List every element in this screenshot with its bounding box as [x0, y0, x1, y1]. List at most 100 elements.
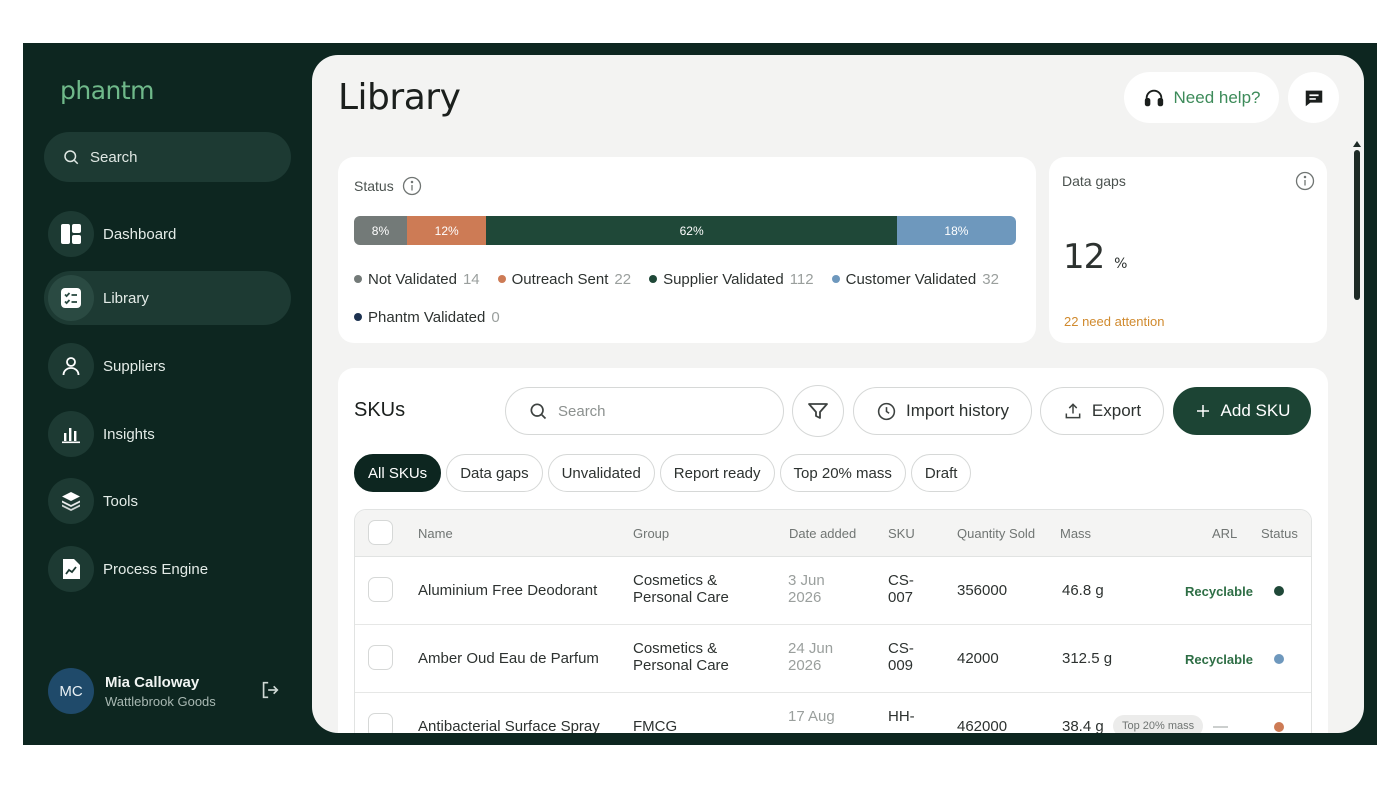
column-status[interactable]: Status: [1261, 526, 1298, 541]
column-quantity-sold[interactable]: Quantity Sold: [957, 526, 1035, 541]
status-segment-outreach-sent[interactable]: 12%: [406, 216, 487, 245]
chip-draft[interactable]: Draft: [910, 454, 972, 492]
column-sku[interactable]: SKU: [888, 526, 915, 541]
chip-top-20-mass[interactable]: Top 20% mass: [779, 454, 906, 492]
top-mass-tag: Top 20% mass: [1113, 715, 1204, 733]
status-segment-customer-validated[interactable]: 18%: [896, 216, 1016, 245]
chat-button[interactable]: [1288, 72, 1339, 123]
select-all-checkbox[interactable]: [368, 520, 393, 545]
row-date: 3 Jun 2026: [788, 572, 825, 606]
status-legend: Not Validated 14 Outreach Sent 22 Supplier…: [354, 269, 1024, 327]
row-date-line: 2026: [788, 589, 822, 606]
sidebar-item-insights[interactable]: Insights: [44, 407, 291, 461]
row-checkbox[interactable]: [368, 713, 393, 733]
add-sku-button[interactable]: Add SKU: [1173, 387, 1311, 435]
column-arl[interactable]: ARL: [1212, 526, 1237, 541]
chip-data-gaps[interactable]: Data gaps: [446, 454, 543, 492]
chip-all-skus[interactable]: All SKUs: [354, 454, 442, 492]
row-checkbox[interactable]: [368, 645, 393, 670]
legend-label: Not Validated: [368, 270, 457, 288]
sidebar-item-suppliers[interactable]: Suppliers: [44, 339, 291, 393]
user-org: Wattlebrook Goods: [105, 693, 216, 709]
sidebar-item-tools[interactable]: Tools: [44, 474, 291, 528]
user-icon: [48, 343, 94, 389]
row-date-line: 3 Jun: [788, 572, 825, 589]
table-row[interactable]: Amber Oud Eau de Parfum Cosmetics & Perso…: [355, 625, 1311, 693]
data-gaps-number: 12: [1063, 237, 1105, 277]
need-help-button[interactable]: Need help?: [1124, 72, 1279, 123]
chip-report-ready[interactable]: Report ready: [659, 454, 775, 492]
status-card: Status 8% 12% 62% 18% Not Validated 14 Ou…: [338, 157, 1036, 343]
plus-icon: [1196, 405, 1209, 417]
row-group-line: Personal Care: [633, 657, 729, 674]
column-group[interactable]: Group: [633, 526, 669, 541]
row-date-line: 24 Jun: [788, 640, 834, 657]
export-button[interactable]: Export: [1040, 387, 1164, 435]
skus-card: SKUs Search Import history Export Add SK…: [338, 368, 1328, 733]
user-profile[interactable]: MC Mia Calloway Wattlebrook Goods: [48, 667, 288, 715]
filter-button[interactable]: [792, 385, 844, 437]
row-group-line: Cosmetics &: [633, 572, 718, 589]
info-icon[interactable]: [1295, 171, 1315, 191]
user-name: Mia Calloway: [105, 673, 200, 691]
row-mass: 312.5 g: [1062, 650, 1113, 667]
legend-count: 0: [491, 308, 500, 326]
info-icon[interactable]: [402, 176, 422, 196]
sidebar-item-process-engine[interactable]: Process Engine: [44, 542, 291, 596]
status-segment-supplier-validated[interactable]: 62%: [486, 216, 897, 245]
filter-icon: [808, 403, 828, 419]
data-gaps-card[interactable]: Data gaps 12 % 22 need attention: [1049, 157, 1327, 343]
column-date-added[interactable]: Date added: [789, 526, 856, 541]
row-arl: —: [1213, 718, 1228, 733]
page-title: Library: [338, 77, 461, 118]
sku-search-input[interactable]: Search: [505, 387, 784, 435]
row-sku-line: CS-: [888, 572, 914, 589]
chip-unvalidated[interactable]: Unvalidated: [547, 454, 655, 492]
legend-not-validated: Not Validated 14: [354, 271, 480, 288]
import-history-button[interactable]: Import history: [853, 387, 1032, 435]
row-mass: 38.4 g: [1062, 718, 1104, 733]
row-group-line: Personal Care: [633, 589, 729, 606]
table-row[interactable]: Antibacterial Surface Spray FMCG 17 Aug …: [355, 693, 1311, 733]
legend-label: Phantm Validated: [368, 308, 486, 326]
row-mass: 46.8 g: [1062, 582, 1104, 599]
legend-count: 22: [614, 270, 632, 288]
checklist-icon: [48, 275, 94, 321]
sidebar-item-dashboard[interactable]: Dashboard: [44, 207, 291, 261]
row-group: Cosmetics & Personal Care: [633, 640, 729, 674]
column-name[interactable]: Name: [418, 526, 453, 541]
row-checkbox[interactable]: [368, 577, 393, 602]
sidebar-search[interactable]: Search: [44, 132, 291, 182]
status-segment-not-validated[interactable]: 8%: [354, 216, 407, 245]
row-arl: Recyclable: [1185, 584, 1253, 599]
sidebar-item-label: Tools: [103, 492, 139, 510]
sku-search-placeholder: Search: [558, 402, 606, 420]
legend-dot: [831, 275, 840, 283]
sku-table: Name Group Date added SKU Quantity Sold …: [354, 509, 1312, 733]
legend-count: 112: [789, 270, 814, 288]
legend-dot: [649, 275, 658, 283]
legend-supplier-validated: Supplier Validated 112: [649, 271, 814, 288]
row-arl: Recyclable: [1185, 652, 1253, 667]
logout-icon[interactable]: [259, 679, 281, 706]
row-date-line: 2026: [788, 657, 822, 674]
brand-logo[interactable]: phantm: [60, 76, 155, 105]
row-date: 17 Aug: [788, 708, 835, 725]
sidebar-item-label: Library: [103, 289, 149, 307]
status-dot: [1274, 586, 1284, 596]
row-sku: CS- 007: [888, 572, 914, 606]
legend-label: Supplier Validated: [663, 270, 784, 288]
legend-dot: [497, 275, 506, 283]
sidebar-item-library[interactable]: Library: [44, 271, 291, 325]
scrollbar[interactable]: [1354, 150, 1360, 300]
filter-chips: All SKUs Data gaps Unvalidated Report re…: [354, 454, 976, 492]
data-gaps-attention: 22 need attention: [1064, 314, 1165, 329]
sidebar-item-label: Insights: [103, 425, 155, 443]
scroll-up-arrow[interactable]: [1353, 141, 1361, 147]
legend-phantm-validated: Phantm Validated 0: [354, 309, 500, 326]
row-sku-line: 007: [888, 589, 914, 606]
document-chart-icon: [48, 546, 94, 592]
table-row[interactable]: Aluminium Free Deodorant Cosmetics & Pers…: [355, 557, 1311, 625]
column-mass[interactable]: Mass: [1060, 526, 1091, 541]
bar-chart-icon: [48, 411, 94, 457]
